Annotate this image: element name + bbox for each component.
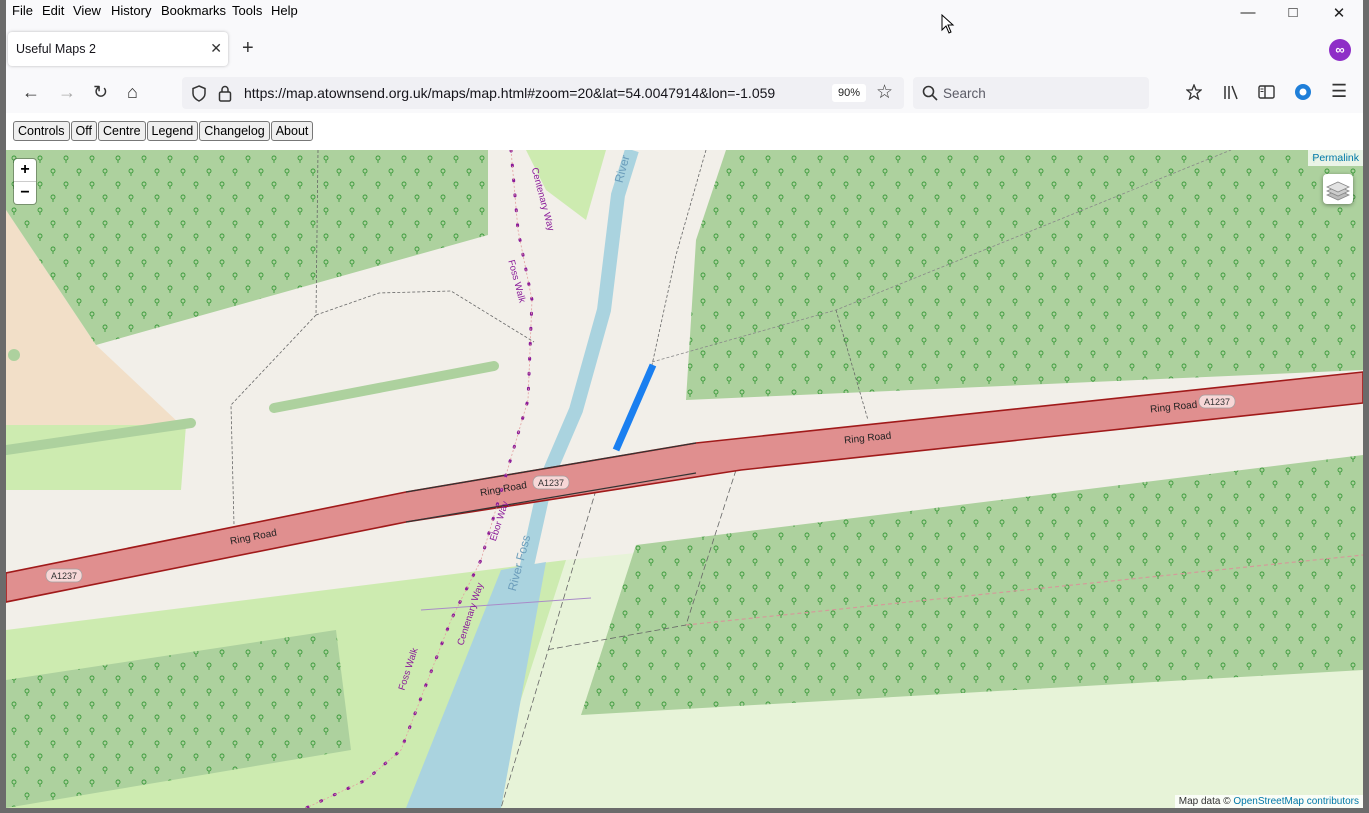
tab-useful-maps[interactable]: Useful Maps 2 ✕ bbox=[8, 32, 228, 66]
minimize-button[interactable]: — bbox=[1233, 4, 1263, 24]
private-mask-icon[interactable]: ∞ bbox=[1329, 39, 1351, 61]
lock-icon[interactable] bbox=[218, 85, 232, 102]
maximize-button[interactable]: □ bbox=[1278, 4, 1308, 24]
menu-bookmarks[interactable]: Bookmarks bbox=[161, 3, 226, 18]
centre-button[interactable]: Centre bbox=[98, 121, 146, 141]
forest-ne bbox=[686, 150, 1363, 400]
legend-button[interactable]: Legend bbox=[146, 121, 199, 141]
mouse-cursor-icon bbox=[941, 14, 955, 34]
off-button[interactable]: Off bbox=[70, 121, 97, 141]
road-shield: A1237 bbox=[45, 568, 83, 583]
back-button[interactable]: ← bbox=[22, 82, 40, 103]
shield-icon[interactable] bbox=[191, 85, 207, 102]
osm-contributors-link[interactable]: OpenStreetMap contributors bbox=[1233, 796, 1359, 807]
menu-bar: File Edit View History Bookmarks Tools H… bbox=[6, 0, 1363, 22]
map-view[interactable]: Ring Road Ring Road Ring Road Ring Road … bbox=[6, 150, 1363, 808]
search-bar[interactable]: Search bbox=[913, 77, 1149, 109]
search-icon bbox=[922, 85, 938, 101]
menu-help[interactable]: Help bbox=[271, 3, 298, 18]
search-input[interactable]: Search bbox=[943, 86, 986, 101]
changelog-button[interactable]: Changelog bbox=[199, 121, 270, 141]
reload-button[interactable]: ↻ bbox=[93, 82, 108, 103]
controls-button[interactable]: Controls bbox=[13, 121, 70, 141]
map-canvas[interactable]: Ring Road Ring Road Ring Road Ring Road … bbox=[6, 150, 1363, 808]
menu-history[interactable]: History bbox=[111, 3, 151, 18]
green-blob bbox=[8, 349, 20, 361]
road-shield: A1237 bbox=[1198, 394, 1236, 409]
tab-strip: Useful Maps 2 ✕ + ∞ bbox=[6, 28, 1363, 70]
menu-hamburger-icon[interactable]: ☰ bbox=[1331, 81, 1347, 102]
url-bar[interactable]: https://map.atownsend.org.uk/maps/map.ht… bbox=[182, 77, 904, 109]
bookmark-star-icon[interactable]: ☆ bbox=[876, 81, 893, 104]
library-icon[interactable] bbox=[1223, 84, 1239, 100]
page-content: Controls Off Centre Legend Changelog About bbox=[6, 113, 1363, 808]
tab-title: Useful Maps 2 bbox=[16, 42, 96, 56]
zoom-out-button[interactable]: − bbox=[14, 182, 36, 204]
tab-close-icon[interactable]: ✕ bbox=[210, 40, 222, 57]
browser-window: File Edit View History Bookmarks Tools H… bbox=[6, 0, 1363, 808]
menu-file[interactable]: File bbox=[12, 3, 33, 18]
home-icon[interactable]: ⌂ bbox=[127, 82, 138, 103]
svg-text:A1237: A1237 bbox=[51, 571, 77, 581]
road-shield: A1237 bbox=[532, 475, 570, 490]
zoom-indicator[interactable]: 90% bbox=[832, 84, 866, 102]
extension-icon[interactable] bbox=[1294, 83, 1312, 101]
layers-icon bbox=[1326, 181, 1350, 201]
new-tab-button[interactable]: + bbox=[242, 37, 254, 60]
attribution-text: Map data © bbox=[1178, 796, 1231, 807]
url-text[interactable]: https://map.atownsend.org.uk/maps/map.ht… bbox=[244, 85, 826, 101]
svg-text:A1237: A1237 bbox=[538, 478, 564, 488]
pocket-icon[interactable] bbox=[1186, 84, 1202, 100]
controls-bar: Controls Off Centre Legend Changelog About bbox=[13, 121, 314, 141]
zoom-in-button[interactable]: + bbox=[14, 159, 36, 182]
menu-edit[interactable]: Edit bbox=[42, 3, 64, 18]
close-window-button[interactable]: ✕ bbox=[1324, 4, 1354, 24]
menu-view[interactable]: View bbox=[73, 3, 101, 18]
sidebar-icon[interactable] bbox=[1258, 84, 1275, 100]
nav-bar: ← → ↻ ⌂ https://map.atownsend.org.uk/map… bbox=[6, 74, 1363, 112]
map-attribution: Map data © OpenStreetMap contributors bbox=[1174, 795, 1363, 808]
permalink-link[interactable]: Permalink bbox=[1308, 150, 1363, 166]
layers-button[interactable] bbox=[1323, 174, 1353, 204]
about-button[interactable]: About bbox=[270, 121, 314, 141]
zoom-control: + − bbox=[14, 159, 36, 204]
menu-tools[interactable]: Tools bbox=[232, 3, 262, 18]
svg-text:A1237: A1237 bbox=[1204, 397, 1230, 407]
forward-button[interactable]: → bbox=[58, 82, 76, 103]
